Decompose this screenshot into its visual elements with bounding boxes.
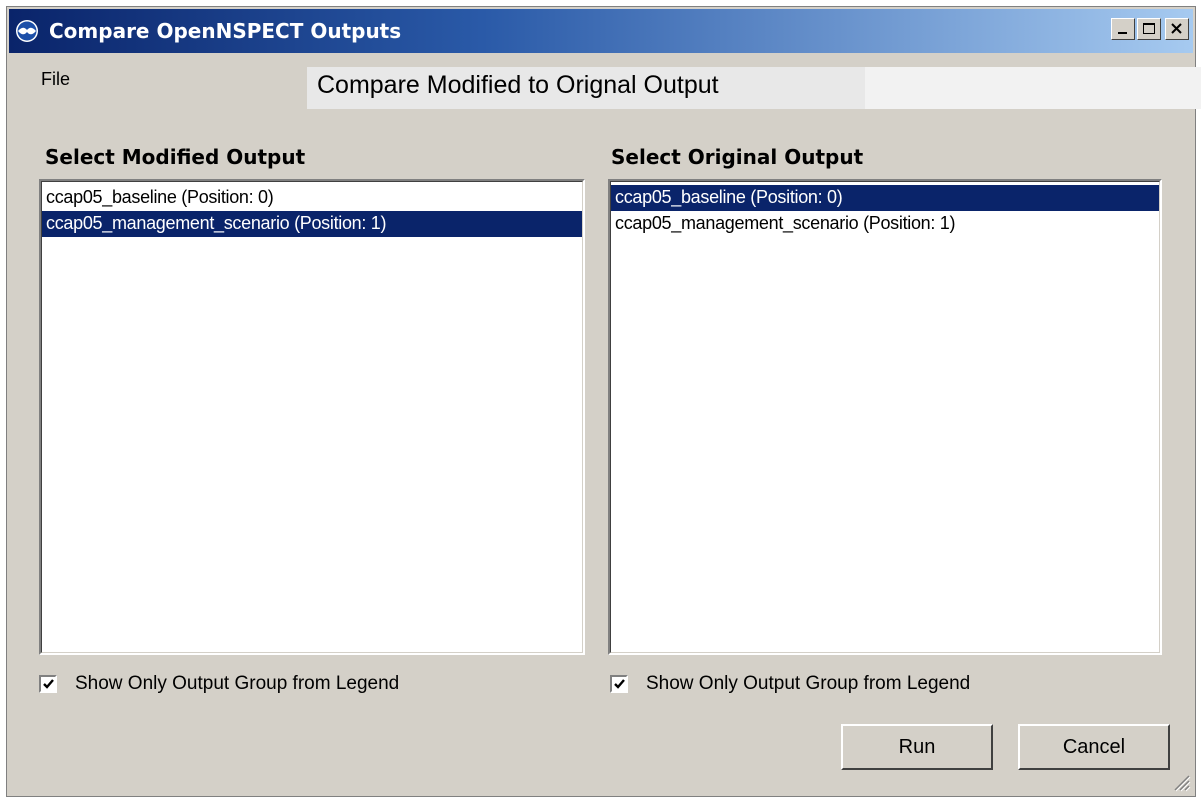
close-icon bbox=[1171, 23, 1182, 34]
minimize-icon bbox=[1118, 32, 1127, 34]
minimize-button[interactable] bbox=[1111, 18, 1135, 40]
close-button[interactable] bbox=[1165, 18, 1189, 40]
original-output-label: Select Original Output bbox=[611, 145, 864, 169]
maximize-icon bbox=[1143, 23, 1155, 34]
cancel-button[interactable]: Cancel bbox=[1018, 724, 1170, 770]
modified-legend-option[interactable]: Show Only Output Group from Legend bbox=[39, 673, 559, 699]
noaa-logo-icon bbox=[16, 20, 38, 42]
original-legend-option[interactable]: Show Only Output Group from Legend bbox=[610, 673, 1130, 699]
list-item[interactable]: ccap05_management_scenario (Position: 1) bbox=[611, 211, 1159, 237]
menu-bar: File bbox=[9, 55, 309, 95]
list-item-selected[interactable]: ccap05_management_scenario (Position: 1) bbox=[42, 211, 582, 237]
checkmark-icon bbox=[43, 679, 54, 689]
modified-output-list[interactable]: ccap05_baseline (Position: 0) ccap05_man… bbox=[39, 179, 585, 655]
window-title: Compare OpenNSPECT Outputs bbox=[49, 19, 402, 43]
title-bar[interactable]: Compare OpenNSPECT Outputs bbox=[9, 9, 1193, 53]
original-output-list[interactable]: ccap05_baseline (Position: 0) ccap05_man… bbox=[608, 179, 1162, 655]
list-item[interactable]: ccap05_baseline (Position: 0) bbox=[42, 185, 582, 211]
original-legend-label: Show Only Output Group from Legend bbox=[646, 673, 971, 694]
modified-output-label: Select Modified Output bbox=[45, 145, 306, 169]
page-title: Compare Modified to Orignal Output bbox=[317, 71, 719, 99]
maximize-button[interactable] bbox=[1137, 18, 1161, 40]
list-item-selected[interactable]: ccap05_baseline (Position: 0) bbox=[611, 185, 1159, 211]
checkmark-icon bbox=[614, 679, 625, 689]
dialog-window: Compare OpenNSPECT Outputs File Compare … bbox=[6, 6, 1201, 797]
original-legend-checkbox[interactable] bbox=[610, 675, 628, 693]
run-button[interactable]: Run bbox=[841, 724, 993, 770]
modified-legend-checkbox[interactable] bbox=[39, 675, 57, 693]
header-band-fade bbox=[865, 67, 1201, 109]
resize-grip-icon[interactable] bbox=[1171, 772, 1191, 792]
modified-legend-label: Show Only Output Group from Legend bbox=[75, 673, 400, 694]
menu-file[interactable]: File bbox=[41, 69, 70, 90]
